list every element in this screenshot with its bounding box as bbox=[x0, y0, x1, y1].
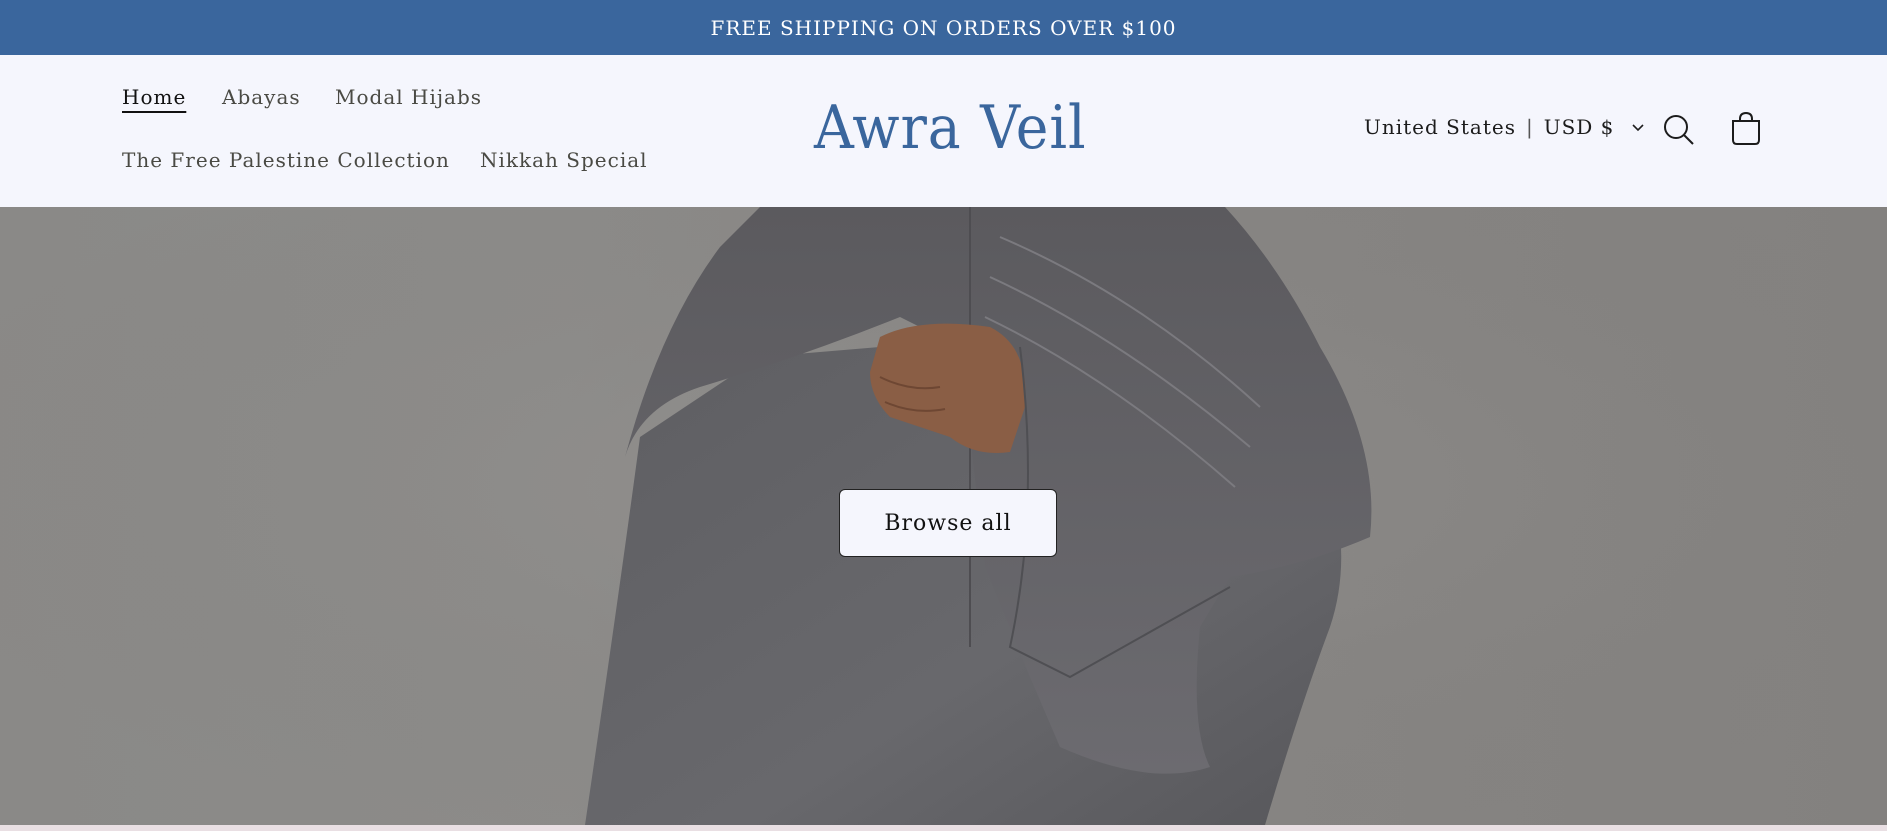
locale-separator: | bbox=[1525, 115, 1534, 139]
announcement-bar: FREE SHIPPING ON ORDERS OVER $100 bbox=[0, 0, 1887, 55]
search-icon[interactable] bbox=[1659, 110, 1699, 150]
nav-link-home[interactable]: Home bbox=[122, 85, 186, 109]
chevron-down-icon bbox=[1632, 124, 1644, 132]
currency-label: USD $ bbox=[1543, 115, 1615, 139]
nav-link-nikkah-special[interactable]: Nikkah Special bbox=[480, 148, 648, 172]
site-header: Home Abayas Modal Hijabs The Free Palest… bbox=[0, 55, 1887, 207]
nav-link-free-palestine-collection[interactable]: The Free Palestine Collection bbox=[122, 148, 450, 172]
cart-icon[interactable] bbox=[1726, 109, 1766, 149]
locale-selector[interactable]: United States | USD $ bbox=[1364, 115, 1646, 139]
site-logo[interactable]: Awra Veil bbox=[814, 93, 1087, 163]
country-label: United States bbox=[1364, 115, 1516, 139]
nav-link-modal-hijabs[interactable]: Modal Hijabs bbox=[335, 85, 482, 109]
nav-link-abayas[interactable]: Abayas bbox=[222, 85, 301, 109]
announcement-text: FREE SHIPPING ON ORDERS OVER $100 bbox=[710, 15, 1177, 40]
section-divider bbox=[0, 825, 1887, 831]
hero-banner: Browse all bbox=[0, 207, 1887, 825]
browse-all-button[interactable]: Browse all bbox=[839, 489, 1057, 557]
